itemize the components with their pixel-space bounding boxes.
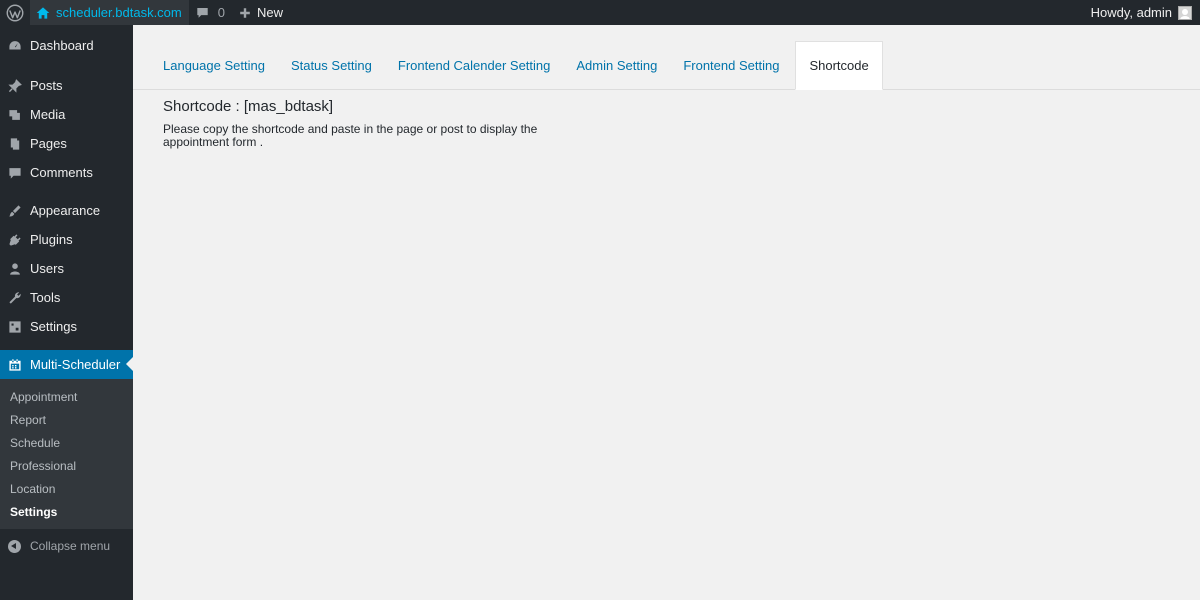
sidebar-item-posts[interactable]: Posts xyxy=(0,71,133,100)
wordpress-logo-icon xyxy=(6,4,24,21)
comments-link[interactable]: 0 xyxy=(189,0,232,25)
admin-bar: scheduler.bdtask.com 0 New Howdy, admin xyxy=(0,0,1200,25)
shortcode-title: Shortcode : [mas_bdtask] xyxy=(163,98,334,115)
sidebar-item-pages[interactable]: Pages xyxy=(0,129,133,158)
new-content-button[interactable]: New xyxy=(232,0,290,25)
site-name: scheduler.bdtask.com xyxy=(56,5,182,20)
submenu-item-schedule[interactable]: Schedule xyxy=(0,432,133,455)
submenu-item-report[interactable]: Report xyxy=(0,409,133,432)
pages-icon xyxy=(8,137,22,151)
sidebar-item-settings[interactable]: Settings xyxy=(0,312,133,341)
sidebar-item-label: Tools xyxy=(30,290,61,305)
sidebar-item-label: Comments xyxy=(30,165,93,180)
sidebar-item-label: Dashboard xyxy=(30,38,94,53)
sidebar-item-users[interactable]: Users xyxy=(0,254,133,283)
new-label: New xyxy=(256,5,283,20)
collapse-menu-button[interactable]: Collapse menu xyxy=(0,529,133,563)
multi-scheduler-submenu: Appointment Report Schedule Professional… xyxy=(0,379,133,529)
tab-frontend-calender-setting[interactable]: Frontend Calender Setting xyxy=(385,41,563,90)
comment-bubble-icon xyxy=(197,7,208,18)
media-icon xyxy=(8,108,22,122)
sidebar-item-label: Pages xyxy=(30,136,67,151)
sidebar-item-label: Posts xyxy=(30,78,63,93)
submenu-item-settings[interactable]: Settings xyxy=(0,501,133,524)
settings-icon xyxy=(8,320,22,334)
avatar xyxy=(1178,5,1192,20)
sidebar-item-appearance[interactable]: Appearance xyxy=(0,196,133,225)
submenu-item-professional[interactable]: Professional xyxy=(0,455,133,478)
sidebar-item-label: Users xyxy=(30,261,64,276)
calendar-icon xyxy=(8,358,22,372)
wordpress-logo-button[interactable] xyxy=(0,0,30,25)
plug-icon xyxy=(8,233,22,247)
settings-tabs: Language Setting Status Setting Frontend… xyxy=(150,41,883,90)
tab-frontend-setting[interactable]: Frontend Setting xyxy=(670,41,792,90)
shortcode-description: Please copy the shortcode and paste in t… xyxy=(163,122,538,149)
dashboard-icon xyxy=(8,39,22,53)
collapse-menu-label: Collapse menu xyxy=(30,539,111,553)
sidebar-item-tools[interactable]: Tools xyxy=(0,283,133,312)
main-content: Language Setting Status Setting Frontend… xyxy=(133,25,1200,600)
account-menu[interactable]: Howdy, admin xyxy=(1084,0,1200,25)
submenu-item-appointment[interactable]: Appointment xyxy=(0,386,133,409)
tab-status-setting[interactable]: Status Setting xyxy=(278,41,385,90)
tab-shortcode[interactable]: Shortcode xyxy=(795,41,883,90)
sidebar-item-label: Multi-Scheduler xyxy=(30,357,121,372)
sidebar-item-label: Plugins xyxy=(30,232,73,247)
tab-admin-setting[interactable]: Admin Setting xyxy=(563,41,670,90)
home-icon xyxy=(36,6,50,19)
brush-icon xyxy=(8,204,22,218)
sidebar-item-comments[interactable]: Comments xyxy=(0,158,133,187)
sidebar-item-label: Media xyxy=(30,107,66,122)
tab-language-setting[interactable]: Language Setting xyxy=(150,41,278,90)
sidebar-item-label: Settings xyxy=(30,319,77,334)
sidebar-item-multi-scheduler[interactable]: Multi-Scheduler xyxy=(0,350,133,379)
wrench-icon xyxy=(8,291,22,305)
greeting: Howdy, admin xyxy=(1090,5,1172,20)
comment-icon xyxy=(8,166,22,180)
submenu-item-location[interactable]: Location xyxy=(0,478,133,501)
sidebar-item-media[interactable]: Media xyxy=(0,100,133,129)
plus-icon xyxy=(240,7,250,18)
collapse-arrow-icon xyxy=(8,539,21,553)
user-icon xyxy=(8,262,22,276)
sidebar-item-label: Appearance xyxy=(30,203,101,218)
admin-sidebar: Dashboard Posts Media Pages Comments App… xyxy=(0,25,133,600)
site-name-link[interactable]: scheduler.bdtask.com xyxy=(30,0,189,25)
sidebar-item-plugins[interactable]: Plugins xyxy=(0,225,133,254)
comments-count: 0 xyxy=(217,5,225,20)
sidebar-item-dashboard[interactable]: Dashboard xyxy=(0,29,133,62)
pin-icon xyxy=(8,78,22,93)
